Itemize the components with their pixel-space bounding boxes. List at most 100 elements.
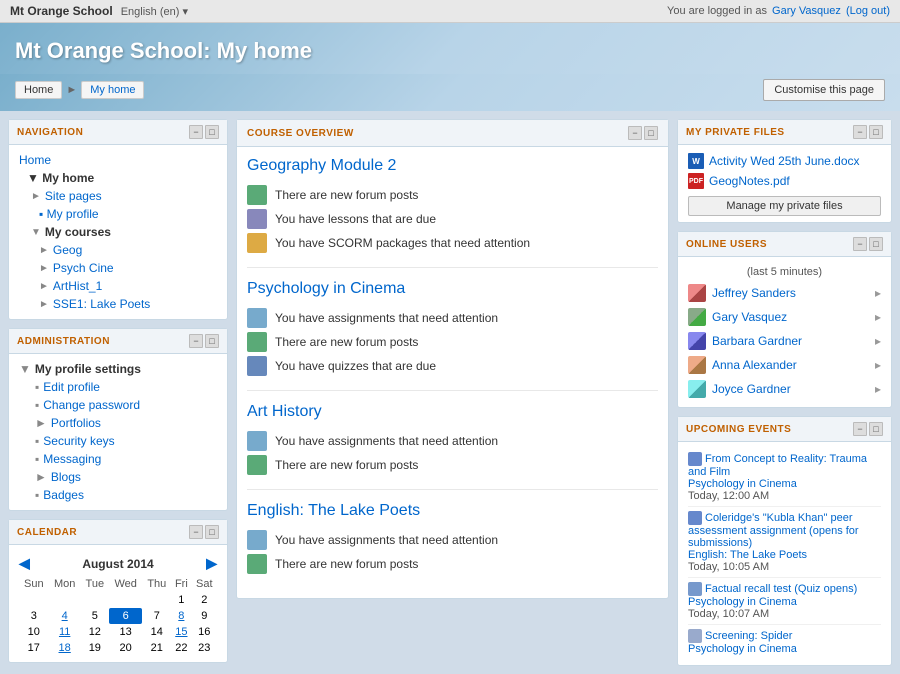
cal-day[interactable]: 2 <box>192 592 217 608</box>
event-title[interactable]: Coleridge's "Kubla Khan" peer assessment… <box>688 512 859 549</box>
user-message-icon[interactable]: ▸ <box>875 286 881 300</box>
event-title[interactable]: Screening: Spider <box>705 630 792 642</box>
ou-collapse-btn[interactable]: − <box>853 237 867 251</box>
cal-day[interactable]: 23 <box>192 640 217 656</box>
course-item: You have quizzes that are due <box>247 354 658 378</box>
user-name[interactable]: Gary Vasquez <box>712 310 869 324</box>
course-item-text: You have lessons that are due <box>275 212 436 226</box>
nav-lake-poets[interactable]: ► SSE1: Lake Poets <box>19 295 217 313</box>
topbar-username[interactable]: Gary Vasquez <box>772 5 841 17</box>
cal-day[interactable]: 13 <box>109 624 143 640</box>
pf-move-btn[interactable]: □ <box>869 125 883 139</box>
admin-portfolios[interactable]: ► Portfolios <box>19 414 217 432</box>
cal-day[interactable]: 4 <box>49 608 81 624</box>
user-name[interactable]: Anna Alexander <box>712 358 869 372</box>
course-name[interactable]: English: The Lake Poets <box>247 502 658 520</box>
breadcrumb-home[interactable]: Home <box>15 81 62 99</box>
calendar-title: CALENDAR <box>17 527 77 538</box>
user-name[interactable]: Jeffrey Sanders <box>712 286 869 300</box>
file-item[interactable]: WActivity Wed 25th June.docx <box>688 151 881 171</box>
cal-day[interactable]: 12 <box>81 624 109 640</box>
event-course[interactable]: English: The Lake Poets <box>688 549 807 561</box>
nav-collapse-btn[interactable]: − <box>189 125 203 139</box>
cal-day[interactable]: 6 <box>109 608 143 624</box>
event-course[interactable]: Psychology in Cinema <box>688 478 797 490</box>
cal-day[interactable]: 15 <box>171 624 191 640</box>
cal-day[interactable]: 21 <box>142 640 171 656</box>
nav-site-pages[interactable]: ► Site pages <box>19 187 217 205</box>
course-name[interactable]: Art History <box>247 403 658 421</box>
admin-badges[interactable]: ▪ Badges <box>19 486 217 504</box>
nav-my-profile[interactable]: ▪ My profile <box>19 205 217 223</box>
admin-edit-profile[interactable]: ▪ Edit profile <box>19 378 217 396</box>
user-avatar <box>688 308 706 326</box>
cal-day[interactable]: 7 <box>142 608 171 624</box>
cal-day[interactable]: 8 <box>171 608 191 624</box>
language-selector[interactable]: English (en) ▾ <box>121 5 188 18</box>
co-move-btn[interactable]: □ <box>644 126 658 140</box>
co-collapse-btn[interactable]: − <box>628 126 642 140</box>
cal-day[interactable]: 19 <box>81 640 109 656</box>
cal-day[interactable]: 14 <box>142 624 171 640</box>
nav-my-courses[interactable]: ▼ My courses <box>19 223 217 241</box>
admin-collapse-btn[interactable]: − <box>189 334 203 348</box>
cal-day[interactable]: 18 <box>49 640 81 656</box>
course-name[interactable]: Psychology in Cinema <box>247 280 658 298</box>
event-course[interactable]: Psychology in Cinema <box>688 596 797 608</box>
upcoming-events-block: UPCOMING EVENTS − □ From Concept to Real… <box>677 416 892 666</box>
cal-day[interactable]: 16 <box>192 624 217 640</box>
cal-day[interactable]: 17 <box>19 640 49 656</box>
nav-move-btn[interactable]: □ <box>205 125 219 139</box>
ou-move-btn[interactable]: □ <box>869 237 883 251</box>
course-item: You have SCORM packages that need attent… <box>247 231 658 255</box>
manage-files-button[interactable]: Manage my private files <box>688 196 881 216</box>
course-item-text: There are new forum posts <box>275 557 418 571</box>
file-item[interactable]: PDFGeogNotes.pdf <box>688 171 881 191</box>
cal-move-btn[interactable]: □ <box>205 525 219 539</box>
cal-collapse-btn[interactable]: − <box>189 525 203 539</box>
event-course[interactable]: Psychology in Cinema <box>688 643 797 655</box>
course-item: You have assignments that need attention <box>247 528 658 552</box>
course-name[interactable]: Geography Module 2 <box>247 157 658 175</box>
cal-day[interactable]: 3 <box>19 608 49 624</box>
nav-arthist[interactable]: ► ArtHist_1 <box>19 277 217 295</box>
cal-day[interactable]: 11 <box>49 624 81 640</box>
course-list: Geography Module 2 There are new forum po… <box>237 147 668 598</box>
calendar-controls: − □ <box>189 525 219 539</box>
admin-change-password[interactable]: ▪ Change password <box>19 396 217 414</box>
user-item: Gary Vasquez ▸ <box>688 305 881 329</box>
logout-link[interactable]: (Log out) <box>846 5 890 17</box>
cal-day[interactable]: 1 <box>171 592 191 608</box>
user-avatar <box>688 380 706 398</box>
event-title[interactable]: Factual recall test (Quiz opens) <box>705 583 857 595</box>
customise-button[interactable]: Customise this page <box>763 79 885 101</box>
user-message-icon[interactable]: ▸ <box>875 310 881 324</box>
nav-home[interactable]: Home <box>19 151 217 169</box>
user-message-icon[interactable]: ▸ <box>875 382 881 396</box>
ue-move-btn[interactable]: □ <box>869 422 883 436</box>
nav-my-home[interactable]: ▼ My home <box>19 169 217 187</box>
ue-collapse-btn[interactable]: − <box>853 422 867 436</box>
user-name[interactable]: Joyce Gardner <box>712 382 869 396</box>
course-overview-header: COURSE OVERVIEW − □ <box>237 120 668 147</box>
event-title[interactable]: From Concept to Reality: Trauma and Film <box>688 453 867 478</box>
cal-day[interactable]: 20 <box>109 640 143 656</box>
admin-security-keys[interactable]: ▪ Security keys <box>19 432 217 450</box>
user-message-icon[interactable]: ▸ <box>875 334 881 348</box>
cal-day[interactable]: 5 <box>81 608 109 624</box>
user-message-icon[interactable]: ▸ <box>875 358 881 372</box>
cal-day[interactable]: 9 <box>192 608 217 624</box>
cal-next-btn[interactable]: ▶ <box>206 555 217 572</box>
user-name[interactable]: Barbara Gardner <box>712 334 869 348</box>
admin-move-btn[interactable]: □ <box>205 334 219 348</box>
cal-day[interactable]: 22 <box>171 640 191 656</box>
breadcrumb-separator: ► <box>66 84 77 96</box>
admin-profile-settings[interactable]: ▼ My profile settings <box>19 360 217 378</box>
nav-geog[interactable]: ► Geog <box>19 241 217 259</box>
cal-prev-btn[interactable]: ◀ <box>19 555 30 572</box>
admin-blogs[interactable]: ► Blogs <box>19 468 217 486</box>
cal-day[interactable]: 10 <box>19 624 49 640</box>
pf-collapse-btn[interactable]: − <box>853 125 867 139</box>
admin-messaging[interactable]: ▪ Messaging <box>19 450 217 468</box>
nav-psych-cine[interactable]: ► Psych Cine <box>19 259 217 277</box>
